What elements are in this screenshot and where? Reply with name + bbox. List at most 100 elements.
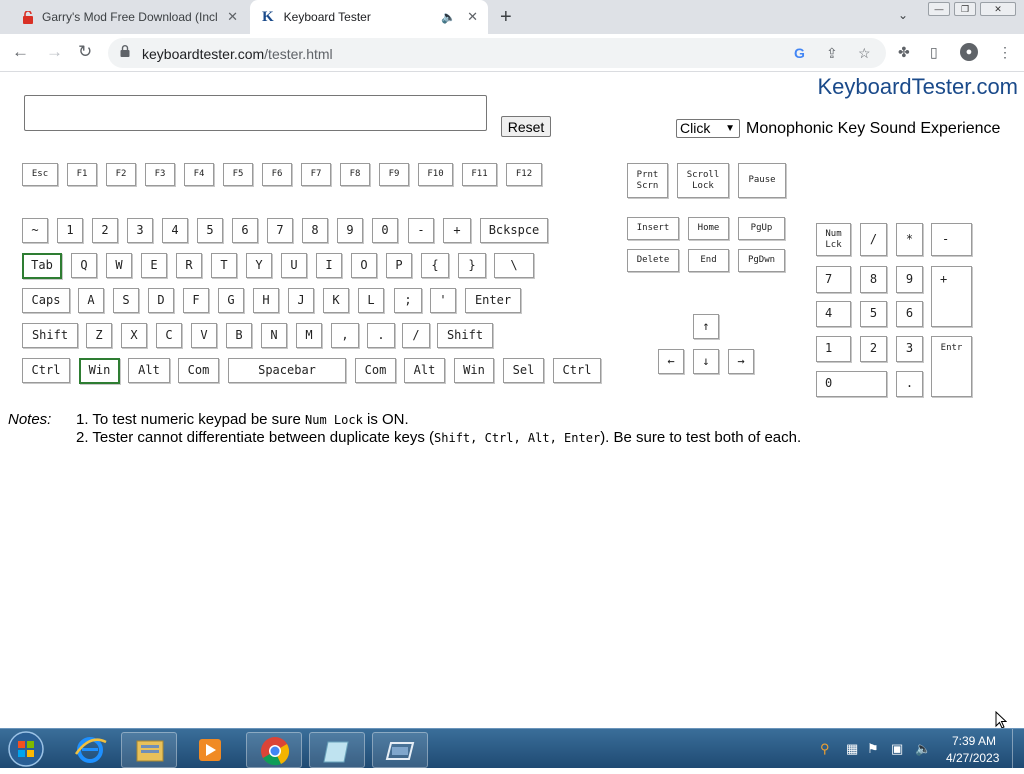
key-a[interactable]: A bbox=[78, 288, 104, 313]
key-g[interactable]: G bbox=[218, 288, 244, 313]
sound-select[interactable]: Click ▼ bbox=[676, 119, 740, 138]
key-right-com[interactable]: Com bbox=[355, 358, 396, 383]
key-tilde[interactable]: ~ bbox=[22, 218, 48, 243]
taskbar-internet-explorer[interactable] bbox=[62, 732, 118, 768]
extensions-icon[interactable]: ✤ bbox=[898, 44, 910, 61]
key-6[interactable]: 6 bbox=[232, 218, 258, 243]
tab-search-chevron-icon[interactable]: ⌄ bbox=[898, 8, 908, 22]
key-comma[interactable]: , bbox=[331, 323, 359, 348]
key-l[interactable]: L bbox=[358, 288, 384, 313]
key-f[interactable]: F bbox=[183, 288, 209, 313]
key-f8[interactable]: F8 bbox=[340, 163, 370, 186]
tab-garrys-mod[interactable]: Garry's Mod Free Download (Incl ✕ bbox=[8, 0, 248, 34]
bookmark-star-icon[interactable]: ☆ bbox=[858, 45, 871, 62]
key-left-com[interactable]: Com bbox=[178, 358, 219, 383]
forward-arrow-icon[interactable]: → bbox=[46, 42, 63, 62]
clock-time[interactable]: 7:39 AM bbox=[952, 734, 996, 748]
key-esc[interactable]: Esc bbox=[22, 163, 58, 186]
key-arrow-left[interactable]: ← bbox=[658, 349, 684, 374]
search-tray-icon[interactable]: ⚲ bbox=[820, 741, 830, 757]
key-home[interactable]: Home bbox=[688, 217, 729, 240]
taskbar-notepad[interactable] bbox=[309, 732, 365, 768]
key-numpad-enter[interactable]: Entr bbox=[931, 336, 972, 397]
key-y[interactable]: Y bbox=[246, 253, 272, 278]
key-5[interactable]: 5 bbox=[197, 218, 223, 243]
key-2[interactable]: 2 bbox=[92, 218, 118, 243]
google-icon[interactable]: G bbox=[794, 45, 805, 61]
windows-start-icon[interactable] bbox=[6, 730, 46, 768]
show-desktop-button[interactable] bbox=[1012, 729, 1024, 769]
new-tab-button[interactable]: + bbox=[500, 6, 512, 29]
speaker-icon[interactable]: 🔈 bbox=[441, 10, 456, 24]
key-right-alt[interactable]: Alt bbox=[404, 358, 445, 383]
key-z[interactable]: Z bbox=[86, 323, 112, 348]
key-numpad-dot[interactable]: . bbox=[896, 371, 923, 397]
key-numpad-minus[interactable]: - bbox=[931, 223, 972, 256]
key-left-alt[interactable]: Alt bbox=[128, 358, 170, 383]
key-f2[interactable]: F2 bbox=[106, 163, 136, 186]
reset-button[interactable]: Reset bbox=[501, 116, 551, 137]
key-v[interactable]: V bbox=[191, 323, 217, 348]
key-caps-lock[interactable]: Caps bbox=[22, 288, 70, 313]
key-right-win[interactable]: Win bbox=[454, 358, 494, 383]
taskbar-chrome[interactable] bbox=[246, 732, 302, 768]
key-num-lock[interactable]: Num Lck bbox=[816, 223, 851, 256]
key-arrow-up[interactable]: ↑ bbox=[693, 314, 719, 339]
tab-keyboard-tester[interactable]: K Keyboard Tester 🔈 ✕ bbox=[250, 0, 488, 34]
close-window-button[interactable]: ✕ bbox=[980, 2, 1016, 16]
key-f3[interactable]: F3 bbox=[145, 163, 175, 186]
key-numpad-3[interactable]: 3 bbox=[896, 336, 923, 362]
key-print-screen[interactable]: Prnt Scrn bbox=[627, 163, 668, 198]
taskbar-file-explorer[interactable] bbox=[121, 732, 177, 768]
typing-textarea[interactable] bbox=[24, 95, 487, 131]
key-backslash[interactable]: \ bbox=[494, 253, 534, 278]
key-c[interactable]: C bbox=[156, 323, 182, 348]
key-7[interactable]: 7 bbox=[267, 218, 293, 243]
key-numpad-8[interactable]: 8 bbox=[860, 266, 887, 293]
volume-icon[interactable]: 🔈 bbox=[915, 741, 931, 757]
key-f1[interactable]: F1 bbox=[67, 163, 97, 186]
key-f10[interactable]: F10 bbox=[418, 163, 453, 186]
key-n[interactable]: N bbox=[261, 323, 287, 348]
menu-dots-icon[interactable]: ⋮ bbox=[998, 44, 1012, 61]
key-numpad-4[interactable]: 4 bbox=[816, 301, 851, 327]
key-f9[interactable]: F9 bbox=[379, 163, 409, 186]
key-backspace[interactable]: Bckspce bbox=[480, 218, 548, 243]
flag-icon[interactable]: ⚑ bbox=[867, 741, 879, 757]
close-icon[interactable]: ✕ bbox=[227, 9, 238, 25]
key-right-ctrl[interactable]: Ctrl bbox=[553, 358, 601, 383]
network-icon[interactable]: ▣ bbox=[891, 741, 903, 757]
key-left-ctrl[interactable]: Ctrl bbox=[22, 358, 70, 383]
key-numpad-slash[interactable]: / bbox=[860, 223, 887, 256]
key-1[interactable]: 1 bbox=[57, 218, 83, 243]
taskbar-media-player[interactable] bbox=[182, 732, 238, 768]
clock-date[interactable]: 4/27/2023 bbox=[946, 751, 999, 765]
key-spacebar[interactable]: Spacebar bbox=[228, 358, 346, 383]
restore-button[interactable]: ❐ bbox=[954, 2, 976, 16]
key-d[interactable]: D bbox=[148, 288, 174, 313]
key-page-up[interactable]: PgUp bbox=[738, 217, 785, 240]
key-select[interactable]: Sel bbox=[503, 358, 544, 383]
key-arrow-down[interactable]: ↓ bbox=[693, 349, 719, 374]
key-e[interactable]: E bbox=[141, 253, 167, 278]
key-f11[interactable]: F11 bbox=[462, 163, 497, 186]
key-pause[interactable]: Pause bbox=[738, 163, 786, 198]
site-logo[interactable]: KeyboardTester.com bbox=[817, 74, 1018, 100]
key-end[interactable]: End bbox=[688, 249, 729, 272]
key-f6[interactable]: F6 bbox=[262, 163, 292, 186]
taskbar-app[interactable] bbox=[372, 732, 428, 768]
key-q[interactable]: Q bbox=[71, 253, 97, 278]
key-scroll-lock[interactable]: Scroll Lock bbox=[677, 163, 729, 198]
key-right-brace[interactable]: } bbox=[458, 253, 486, 278]
side-panel-icon[interactable]: ▯ bbox=[930, 44, 938, 61]
key-numpad-5[interactable]: 5 bbox=[860, 301, 887, 327]
key-j[interactable]: J bbox=[288, 288, 314, 313]
key-numpad-7[interactable]: 7 bbox=[816, 266, 851, 293]
key-numpad-1[interactable]: 1 bbox=[816, 336, 851, 362]
key-numpad-9[interactable]: 9 bbox=[896, 266, 923, 293]
key-h[interactable]: H bbox=[253, 288, 279, 313]
key-b[interactable]: B bbox=[226, 323, 252, 348]
key-page-down[interactable]: PgDwn bbox=[738, 249, 785, 272]
key-o[interactable]: O bbox=[351, 253, 377, 278]
back-arrow-icon[interactable]: ← bbox=[12, 42, 29, 62]
